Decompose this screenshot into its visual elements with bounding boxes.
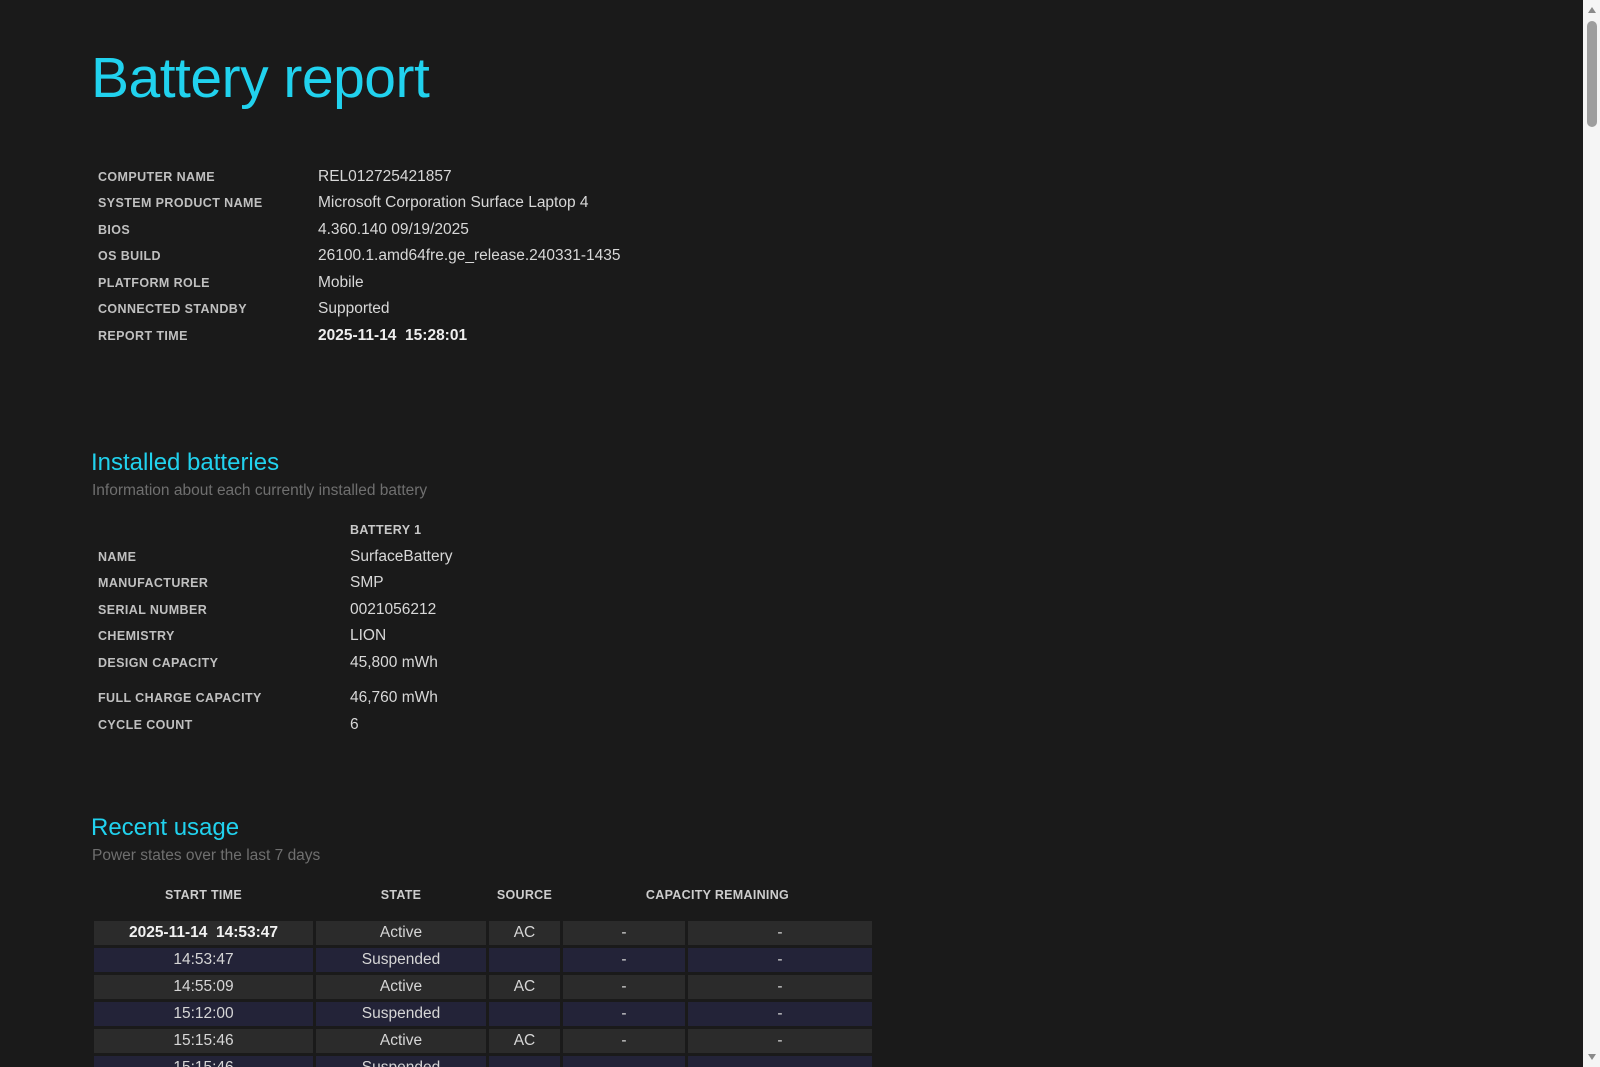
- usage-header-row: START TIME STATE SOURCE CAPACITY REMAINI…: [94, 887, 872, 918]
- capacity-mwh-cell: -: [688, 1002, 872, 1026]
- start-time-cell: 2025-11-14 14:53:47: [94, 921, 313, 945]
- scrollbar[interactable]: [1583, 0, 1600, 1067]
- battery-row: DESIGN CAPACITY 45,800 mWh: [98, 649, 1583, 676]
- source-cell: [489, 1056, 560, 1067]
- report-time-value: 2025-11-14 15:28:01: [318, 327, 467, 345]
- info-row: PLATFORM ROLE Mobile: [98, 269, 1583, 296]
- info-label: SYSTEM PRODUCT NAME: [98, 196, 318, 210]
- section-heading-installed-batteries: Installed batteries: [91, 447, 1583, 478]
- state-cell: Suspended: [316, 1002, 486, 1026]
- recent-usage-table: START TIME STATE SOURCE CAPACITY REMAINI…: [91, 884, 875, 1067]
- info-value: 26100.1.amd64fre.ge_release.240331-1435: [318, 247, 621, 265]
- capacity-percent-cell: -: [563, 1029, 685, 1053]
- capacity-percent-cell: -: [563, 975, 685, 999]
- battery-label: SERIAL NUMBER: [98, 603, 350, 617]
- info-row: COMPUTER NAME REL012725421857: [98, 163, 1583, 190]
- state-cell: Active: [316, 1029, 486, 1053]
- usage-table-row: 14:55:09 Active AC - -: [94, 975, 872, 999]
- info-value: 4.360.140 09/19/2025: [318, 221, 469, 239]
- installed-batteries-subtitle: Information about each currently install…: [92, 480, 1583, 502]
- source-cell: [489, 1002, 560, 1026]
- battery-value: SurfaceBattery: [350, 548, 453, 566]
- info-row: REPORT TIME 2025-11-14 15:28:01: [98, 322, 1583, 349]
- battery-label: DESIGN CAPACITY: [98, 656, 350, 670]
- capacity-mwh-cell: -: [688, 975, 872, 999]
- battery-label: CYCLE COUNT: [98, 718, 350, 732]
- info-label: CONNECTED STANDBY: [98, 302, 318, 316]
- source-cell: [489, 948, 560, 972]
- capacity-mwh-cell: -: [688, 948, 872, 972]
- info-label: REPORT TIME: [98, 329, 318, 343]
- info-row: CONNECTED STANDBY Supported: [98, 296, 1583, 323]
- start-time-cell: 15:15:46: [94, 1029, 313, 1053]
- state-cell: Suspended: [316, 1056, 486, 1067]
- battery-value: 46,760 mWh: [350, 689, 438, 707]
- battery-value: 0021056212: [350, 601, 436, 619]
- battery-column-header: BATTERY 1: [350, 523, 421, 537]
- info-label: BIOS: [98, 223, 318, 237]
- info-value: Microsoft Corporation Surface Laptop 4: [318, 194, 589, 212]
- state-cell: Suspended: [316, 948, 486, 972]
- battery-label: MANUFACTURER: [98, 576, 350, 590]
- column-header-capacity-remaining: CAPACITY REMAINING: [563, 887, 872, 918]
- page-title: Battery report: [91, 44, 1583, 112]
- source-cell: AC: [489, 1029, 560, 1053]
- info-label: COMPUTER NAME: [98, 170, 318, 184]
- info-value: Mobile: [318, 274, 364, 292]
- battery-report-page: Battery report COMPUTER NAME REL01272542…: [0, 0, 1583, 1067]
- capacity-mwh-cell: -: [688, 1029, 872, 1053]
- battery-label: FULL CHARGE CAPACITY: [98, 691, 350, 705]
- start-time-cell: 15:15:46: [94, 1056, 313, 1067]
- scroll-up-icon[interactable]: [1588, 7, 1596, 13]
- battery-label: NAME: [98, 550, 350, 564]
- battery-value: SMP: [350, 574, 384, 592]
- battery-row: CHEMISTRY LION: [98, 623, 1583, 650]
- battery-info-table: BATTERY 1 NAME SurfaceBattery MANUFACTUR…: [98, 517, 1583, 738]
- battery-row: MANUFACTURER SMP: [98, 570, 1583, 597]
- info-row: SYSTEM PRODUCT NAME Microsoft Corporatio…: [98, 190, 1583, 217]
- battery-label: CHEMISTRY: [98, 629, 350, 643]
- system-info-table: COMPUTER NAME REL012725421857 SYSTEM PRO…: [98, 163, 1583, 349]
- battery-row: NAME SurfaceBattery: [98, 543, 1583, 570]
- info-row: BIOS 4.360.140 09/19/2025: [98, 216, 1583, 243]
- state-cell: Active: [316, 921, 486, 945]
- info-label: PLATFORM ROLE: [98, 276, 318, 290]
- start-time-cell: 14:55:09: [94, 975, 313, 999]
- battery-value: 45,800 mWh: [350, 654, 438, 672]
- info-value: Supported: [318, 300, 390, 318]
- info-label: OS BUILD: [98, 249, 318, 263]
- source-cell: AC: [489, 975, 560, 999]
- usage-table-row: 15:15:46 Active AC - -: [94, 1029, 872, 1053]
- start-time-cell: 14:53:47: [94, 948, 313, 972]
- usage-table-row: 14:53:47 Suspended - -: [94, 948, 872, 972]
- recent-usage-subtitle: Power states over the last 7 days: [92, 845, 1583, 867]
- battery-header-row: BATTERY 1: [98, 517, 1583, 544]
- capacity-percent-cell: -: [563, 948, 685, 972]
- capacity-percent-cell: -: [563, 1056, 685, 1067]
- info-row: OS BUILD 26100.1.amd64fre.ge_release.240…: [98, 243, 1583, 270]
- info-value: REL012725421857: [318, 168, 452, 186]
- usage-table-row: 2025-11-14 14:53:47 Active AC - -: [94, 921, 872, 945]
- capacity-percent-cell: -: [563, 1002, 685, 1026]
- capacity-mwh-cell: -: [688, 921, 872, 945]
- source-cell: AC: [489, 921, 560, 945]
- battery-row: CYCLE COUNT 6: [98, 711, 1583, 738]
- usage-table-row: 15:15:46 Suspended - -: [94, 1056, 872, 1067]
- battery-value: 6: [350, 716, 359, 734]
- battery-row: SERIAL NUMBER 0021056212: [98, 596, 1583, 623]
- column-header-start-time: START TIME: [94, 887, 313, 918]
- column-header-source: SOURCE: [489, 887, 560, 918]
- scroll-down-icon[interactable]: [1588, 1054, 1596, 1060]
- battery-row: FULL CHARGE CAPACITY 46,760 mWh: [98, 685, 1583, 712]
- section-heading-recent-usage: Recent usage: [91, 812, 1583, 843]
- capacity-mwh-cell: -: [688, 1056, 872, 1067]
- column-header-state: STATE: [316, 887, 486, 918]
- capacity-percent-cell: -: [563, 921, 685, 945]
- usage-table-row: 15:12:00 Suspended - -: [94, 1002, 872, 1026]
- battery-value: LION: [350, 627, 386, 645]
- start-time-cell: 15:12:00: [94, 1002, 313, 1026]
- state-cell: Active: [316, 975, 486, 999]
- scrollbar-thumb[interactable]: [1587, 21, 1597, 127]
